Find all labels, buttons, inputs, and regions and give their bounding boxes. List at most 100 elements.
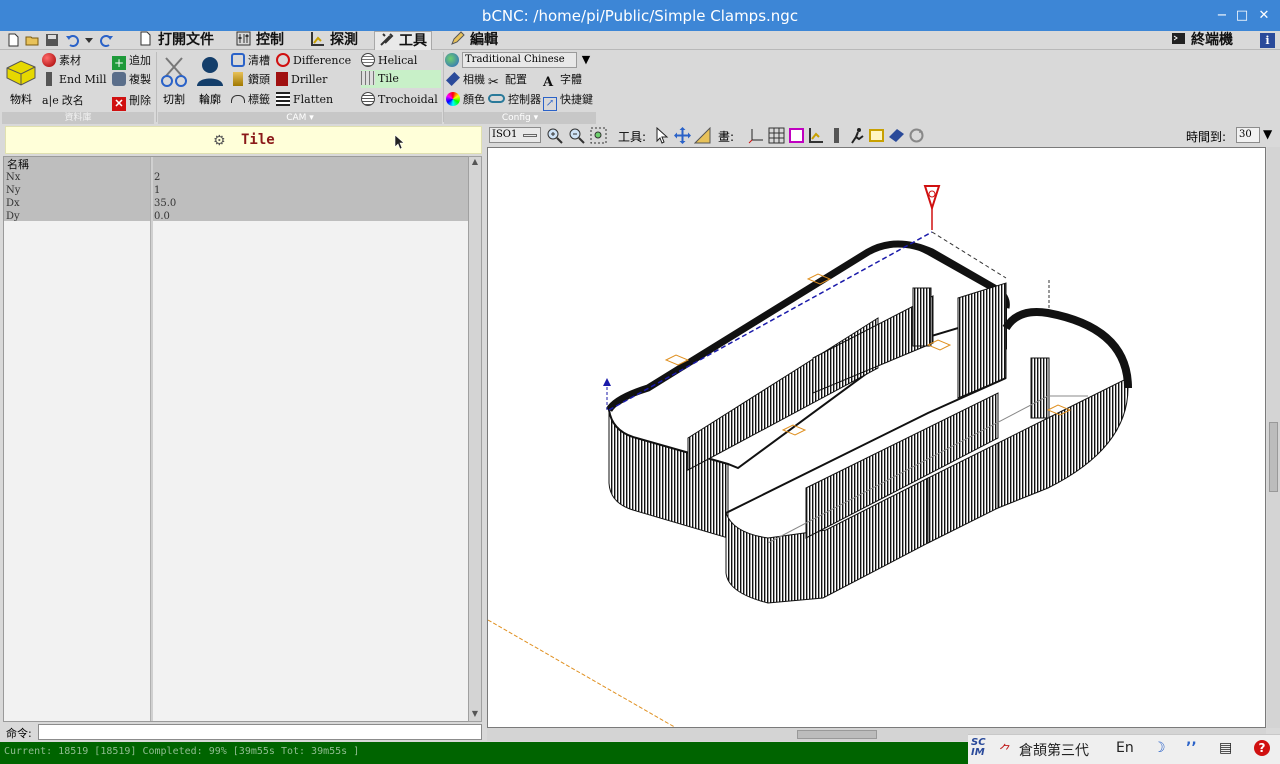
canvas-vertical-scroll-thumb[interactable] (1269, 422, 1278, 492)
tab-edit[interactable]: 編輯 (446, 31, 506, 50)
pan-move-icon[interactable] (674, 127, 691, 144)
axes-icon[interactable] (748, 127, 765, 144)
camera-draw-icon[interactable] (888, 127, 905, 144)
undo-dropdown-icon[interactable] (84, 33, 94, 47)
info-icon[interactable]: i (1260, 33, 1275, 48)
column-divider[interactable] (150, 157, 153, 721)
tile-button[interactable]: Tile (361, 70, 441, 88)
keyboard-icon[interactable]: ▤ (1219, 740, 1232, 756)
tab-tools[interactable]: 工具 (374, 31, 432, 50)
property-value-dy[interactable]: 0.0 (154, 210, 170, 223)
property-value-dx[interactable]: 35.0 (154, 197, 176, 210)
profile-button[interactable]: 輪廓 (193, 54, 227, 110)
redraw-icon[interactable] (908, 127, 925, 144)
command-row: 命令: (0, 724, 485, 740)
tab-control[interactable]: 控制 (232, 31, 302, 50)
helical-button[interactable]: Helical (361, 52, 417, 70)
property-value-nx[interactable]: 2 (154, 171, 160, 184)
redo-icon[interactable] (100, 33, 114, 47)
option-menu-icon (523, 134, 537, 137)
color-label: 顏色 (463, 93, 485, 106)
pocket-button[interactable]: 清槽 (231, 52, 270, 70)
probe-draw-icon[interactable] (808, 127, 825, 144)
half-width-icon[interactable]: ☽ (1153, 740, 1166, 756)
input-method-name[interactable]: 倉頡第三代 (1019, 740, 1089, 760)
delete-icon: ✕ (112, 97, 126, 111)
properties-scrollbar[interactable]: ▲ ▼ (468, 156, 482, 722)
new-file-icon[interactable] (6, 33, 20, 47)
close-button[interactable]: ✕ (1254, 6, 1274, 26)
scissors-icon (161, 57, 187, 87)
punctuation-icon[interactable]: ’’ (1186, 740, 1197, 756)
camera-button[interactable]: 相機 (446, 71, 485, 89)
system-tray: SC IM ⺈ 倉頡第三代 En ☽ ’’ ▤ ? (968, 734, 1280, 764)
chevron-down-icon: ▼ (581, 53, 591, 66)
scroll-up-icon[interactable]: ▲ (470, 157, 480, 169)
rapid-motion-icon[interactable] (848, 127, 865, 144)
tab-probe[interactable]: 探測 (306, 31, 374, 50)
workarea-icon[interactable] (868, 127, 885, 144)
tab-file[interactable]: 打開文件 (134, 31, 226, 50)
delete-button[interactable]: ✕ 刪除 (112, 92, 151, 111)
stock-button[interactable]: 素材 (42, 52, 81, 70)
difference-button[interactable]: Difference (276, 52, 351, 70)
trochoidal-button[interactable]: Trochoidal (361, 91, 438, 109)
layout-button[interactable]: ✂ 配置 (488, 71, 527, 90)
font-icon: A (543, 75, 554, 90)
font-button[interactable]: A 字體 (543, 71, 582, 90)
zoom-in-icon[interactable] (546, 127, 563, 144)
minimize-button[interactable]: − (1212, 6, 1232, 26)
cut-button[interactable]: 切割 (159, 54, 189, 110)
undo-icon[interactable] (65, 33, 79, 47)
tabs-button[interactable]: 標籤 (231, 91, 270, 109)
copy-button[interactable]: 複製 (112, 71, 151, 89)
view-select[interactable]: ISO1 (489, 127, 541, 143)
tab-terminal[interactable]: 終端機 (1168, 31, 1240, 50)
property-value-ny[interactable]: 1 (154, 184, 160, 197)
language-indicator[interactable]: En (1116, 740, 1134, 756)
grid-icon[interactable] (768, 127, 785, 144)
material-label: 物料 (10, 93, 32, 106)
shortcut-button[interactable]: ↗ 快捷鍵 (543, 91, 593, 111)
timeout-dropdown-icon[interactable]: ▼ (1263, 127, 1272, 141)
save-icon[interactable] (45, 33, 59, 47)
endmill-draw-icon[interactable] (828, 127, 845, 144)
scim-icon[interactable]: SC IM (971, 738, 986, 758)
toolpath-drawing (488, 185, 1132, 727)
color-button[interactable]: 顏色 (446, 91, 485, 109)
zoom-out-icon[interactable] (568, 127, 585, 144)
cam-group-label[interactable]: CAM ▾ (158, 112, 442, 124)
camera-label: 相機 (463, 73, 485, 86)
help-icon[interactable]: ? (1254, 740, 1270, 756)
ruler-icon[interactable] (694, 127, 711, 144)
command-input[interactable] (38, 724, 482, 740)
drill-icon (233, 72, 243, 86)
zoom-fit-icon[interactable] (590, 127, 607, 144)
flatten-button[interactable]: Flatten (276, 91, 333, 109)
select-pointer-icon[interactable] (653, 127, 670, 144)
config-group-label[interactable]: Config ▾ (444, 112, 596, 124)
canvas-vertical-scrollbar[interactable] (1267, 147, 1280, 728)
scroll-down-icon[interactable]: ▼ (470, 709, 480, 721)
end-mill-button[interactable]: End Mill (42, 71, 106, 89)
add-button[interactable]: + 追加 (112, 52, 151, 70)
gcode-canvas[interactable] (487, 147, 1266, 728)
copy-label: 複製 (129, 73, 151, 86)
column-header-name: 名稱 (7, 158, 29, 171)
canvas-horizontal-scroll-thumb[interactable] (797, 730, 877, 739)
command-label: 命令: (6, 727, 32, 740)
drill-button[interactable]: 鑽頭 (231, 71, 270, 89)
ribbon-toolbar: 物料 素材 End Mill a|e 改名 + 追加 複製 ✕ 刪除 資料庫 切割 輪… (0, 50, 1280, 124)
ribbon-tab-row: 打開文件 控制 探測 工具 編輯 終端機 i (0, 31, 1280, 50)
timeout-input[interactable]: 30 (1236, 127, 1260, 143)
driller-button[interactable]: Driller (276, 71, 327, 89)
rename-button[interactable]: a|e 改名 (42, 92, 84, 110)
cam-group-label-text: CAM (286, 113, 307, 123)
controller-button[interactable]: 控制器 (488, 91, 541, 109)
maximize-button[interactable]: □ (1232, 6, 1252, 26)
margins-icon[interactable] (788, 127, 805, 144)
material-button[interactable]: 物料 (3, 56, 39, 110)
language-select[interactable]: Traditional Chinese ▼ (445, 52, 595, 69)
rename-label: 改名 (61, 94, 84, 107)
open-folder-icon[interactable] (25, 33, 39, 47)
